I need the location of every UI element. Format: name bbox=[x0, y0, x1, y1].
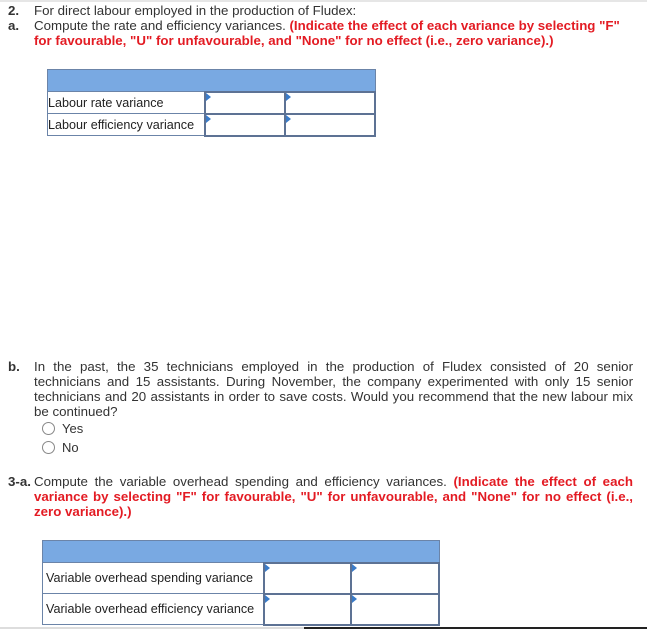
dropdown-marker-icon bbox=[285, 114, 291, 123]
dropdown-marker-icon bbox=[264, 594, 270, 603]
question-2-number: 2. bbox=[8, 3, 20, 18]
dropdown-marker-icon bbox=[206, 92, 212, 101]
row-label: Labour efficiency variance bbox=[47, 113, 206, 136]
dropdown-marker-icon bbox=[285, 92, 291, 101]
table-header-row bbox=[42, 540, 440, 563]
radio-button-no[interactable] bbox=[42, 441, 55, 454]
row-label: Variable overhead spending variance bbox=[41, 562, 265, 594]
option-yes-label: Yes bbox=[62, 421, 84, 436]
dropdown-marker-icon bbox=[352, 563, 358, 572]
question-2-text: For direct labour employed in the produc… bbox=[34, 3, 357, 18]
table-header-row bbox=[47, 69, 376, 92]
amount-input[interactable] bbox=[204, 112, 286, 137]
table-header bbox=[47, 69, 376, 92]
amount-input[interactable] bbox=[262, 561, 353, 595]
question-3a: 3-a. Compute the variable overhead spend… bbox=[8, 474, 633, 519]
effect-select[interactable] bbox=[350, 592, 440, 626]
effect-select[interactable] bbox=[283, 90, 377, 115]
dropdown-marker-icon bbox=[352, 594, 358, 603]
question-2b: b. In the past, the 35 technicians emplo… bbox=[8, 359, 633, 419]
radio-button-yes[interactable] bbox=[42, 422, 55, 435]
table-header bbox=[42, 540, 440, 563]
amount-input[interactable] bbox=[204, 90, 286, 115]
question-2a-text: Compute the rate and efficiency variance… bbox=[34, 18, 290, 33]
question-2b-number: b. bbox=[8, 359, 20, 374]
option-no-label: No bbox=[62, 440, 79, 455]
question-2a: a. Compute the rate and efficiency varia… bbox=[8, 18, 633, 48]
question-2a-number: a. bbox=[8, 18, 20, 33]
labour-variance-table: Labour rate variance Labour efficiency v… bbox=[47, 69, 377, 137]
table-row: Labour rate variance bbox=[47, 90, 377, 115]
row-label: Labour rate variance bbox=[47, 91, 206, 114]
table-row: Variable overhead spending variance bbox=[41, 561, 440, 595]
question-3a-number: 3-a. bbox=[8, 474, 31, 489]
question-2: 2. For direct labour employed in the pro… bbox=[8, 3, 633, 18]
table-row: Variable overhead efficiency variance bbox=[41, 592, 440, 626]
effect-select[interactable] bbox=[350, 561, 440, 595]
top-divider bbox=[0, 0, 647, 2]
effect-select[interactable] bbox=[283, 112, 377, 137]
amount-input[interactable] bbox=[262, 592, 353, 626]
option-yes[interactable]: Yes bbox=[42, 421, 83, 436]
dropdown-marker-icon bbox=[206, 114, 212, 123]
dropdown-marker-icon bbox=[264, 563, 270, 572]
row-label: Variable overhead efficiency variance bbox=[41, 593, 265, 625]
question-2b-text: In the past, the 35 technicians employed… bbox=[34, 359, 633, 419]
overhead-variance-table: Variable overhead spending variance Vari… bbox=[41, 540, 440, 626]
option-no[interactable]: No bbox=[42, 440, 79, 455]
question-3a-text: Compute the variable overhead spending a… bbox=[34, 474, 454, 489]
table-row: Labour efficiency variance bbox=[47, 112, 377, 137]
